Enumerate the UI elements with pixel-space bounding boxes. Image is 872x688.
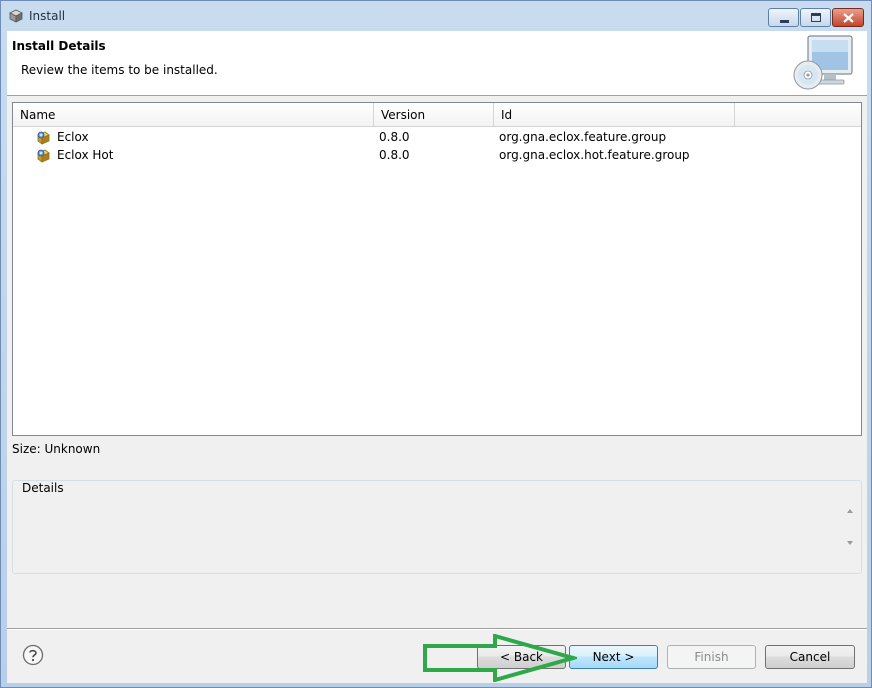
next-button[interactable]: Next > <box>569 645 658 669</box>
row-version: 0.8.0 <box>379 130 410 144</box>
close-icon <box>843 13 854 23</box>
cancel-button[interactable]: Cancel <box>765 645 855 669</box>
column-header-version[interactable]: Version <box>374 103 494 127</box>
install-items-table[interactable]: Name Version Id Eclox 0.8.0 org.gna.eclo… <box>12 102 862 436</box>
minimize-button[interactable] <box>768 8 799 27</box>
page-description: Review the items to be installed. <box>21 63 218 77</box>
row-name: Eclox Hot <box>57 148 114 162</box>
page-title: Install Details <box>12 39 106 53</box>
help-question-icon[interactable] <box>22 644 44 666</box>
minimize-icon <box>780 20 789 23</box>
row-name: Eclox <box>57 130 89 144</box>
row-version: 0.8.0 <box>379 148 410 162</box>
table-row[interactable]: Eclox 0.8.0 org.gna.eclox.feature.group <box>13 128 861 146</box>
details-text-area[interactable] <box>15 489 859 571</box>
back-button[interactable]: < Back <box>477 645 566 669</box>
computer-cd-icon <box>793 35 853 90</box>
row-id: org.gna.eclox.hot.feature.group <box>499 148 690 162</box>
install-window: Install Install Details Review the items… <box>0 0 872 688</box>
size-label: Size: Unknown <box>12 442 101 456</box>
details-scrollbar[interactable] <box>842 489 859 571</box>
feature-plugin-icon <box>37 149 50 163</box>
row-id: org.gna.eclox.feature.group <box>499 130 667 144</box>
feature-plugin-icon <box>37 131 50 145</box>
maximize-button[interactable] <box>800 8 831 27</box>
dialog-client-area: Install Details Review the items to be i… <box>7 31 867 683</box>
column-header-id[interactable]: Id <box>494 103 735 127</box>
install-cube-icon <box>9 9 23 23</box>
column-header-name[interactable]: Name <box>13 103 374 127</box>
wizard-header: Install Details Review the items to be i… <box>7 31 867 96</box>
details-group: Details <box>12 480 862 574</box>
finish-button: Finish <box>667 645 756 669</box>
table-header: Name Version Id <box>13 103 861 127</box>
button-bar-divider-highlight <box>7 629 867 630</box>
window-title: Install <box>29 9 66 23</box>
close-button[interactable] <box>832 8 864 27</box>
scroll-down-icon[interactable] <box>847 541 853 545</box>
table-row[interactable]: Eclox Hot 0.8.0 org.gna.eclox.hot.featur… <box>13 146 861 164</box>
details-label: Details <box>21 481 65 495</box>
scroll-up-icon[interactable] <box>847 509 853 513</box>
maximize-icon <box>811 13 821 22</box>
title-bar[interactable]: Install <box>1 1 871 31</box>
